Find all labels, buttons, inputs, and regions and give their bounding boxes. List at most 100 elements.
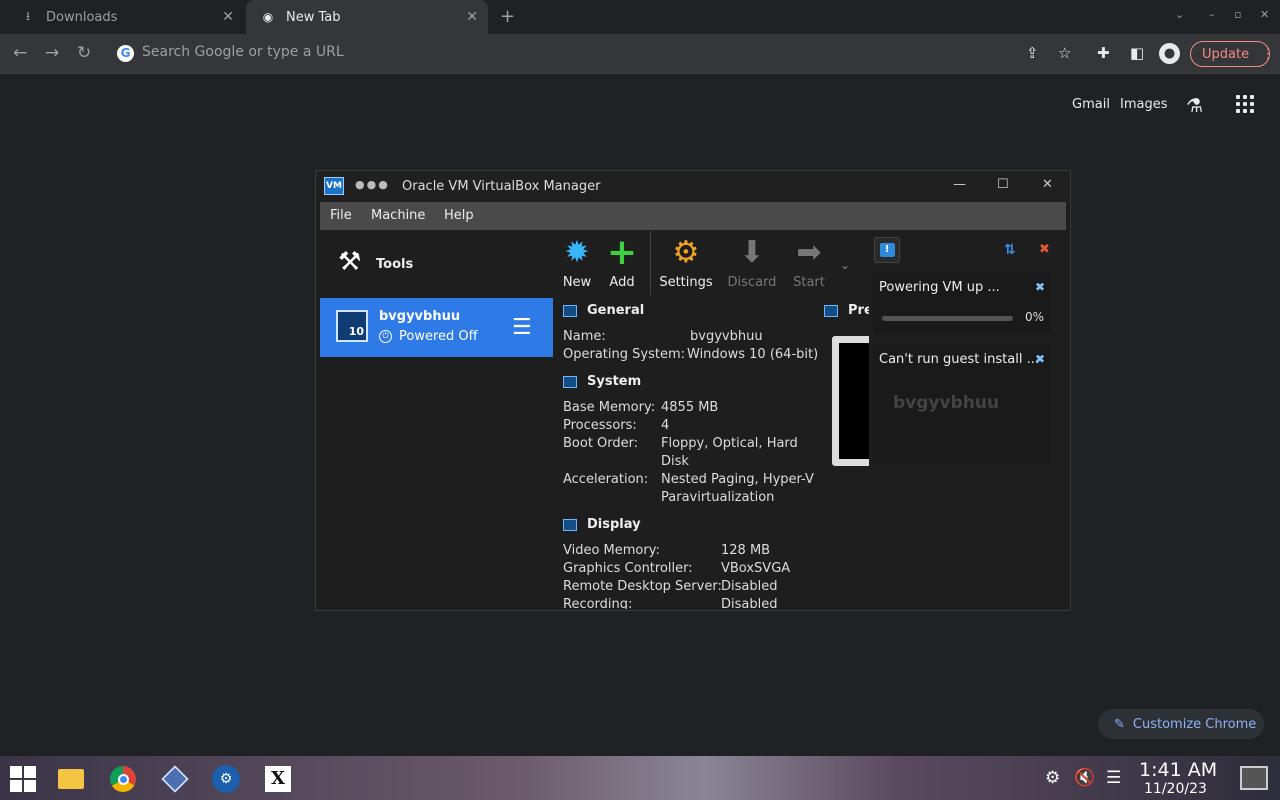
side-panel-icon[interactable]: ◧: [1130, 44, 1144, 62]
sort-notifications-icon[interactable]: ⇅: [1004, 242, 1016, 258]
close-tab-icon[interactable]: ✕: [466, 9, 478, 25]
add-button[interactable]: + Add: [594, 232, 650, 291]
tools-item[interactable]: ⚒ Tools: [320, 231, 553, 295]
images-link[interactable]: Images: [1120, 97, 1168, 112]
vm-details-menu-icon[interactable]: ☰: [512, 315, 532, 340]
show-desktop-icon[interactable]: [1240, 766, 1268, 790]
clear-notifications-icon[interactable]: ✖: [1039, 242, 1050, 257]
system-processors-value: 4: [661, 418, 670, 433]
section-preview-title: Pre: [824, 303, 873, 318]
vbox-close-icon[interactable]: ✕: [1042, 177, 1053, 192]
menu-file[interactable]: File: [330, 208, 352, 223]
new-label: New: [562, 275, 592, 290]
add-plus-icon: +: [606, 232, 638, 273]
tray-menu-icon[interactable]: ☰: [1106, 768, 1121, 788]
progress-percent: 0%: [1025, 310, 1045, 324]
profile-avatar-icon[interactable]: ●: [1159, 43, 1180, 64]
volume-muted-icon[interactable]: 🔇: [1074, 768, 1095, 788]
bookmark-star-icon[interactable]: ☆: [1058, 44, 1071, 62]
menu-help[interactable]: Help: [444, 208, 474, 223]
labs-flask-icon[interactable]: ⚗: [1186, 95, 1203, 117]
steam-tray-icon[interactable]: ⚙: [1045, 768, 1060, 788]
display-recording-value: Disabled: [721, 597, 778, 609]
windows-start-icon[interactable]: [10, 766, 36, 792]
tab-search-chevron-icon[interactable]: ⌄: [1175, 8, 1184, 21]
tab-new-tab[interactable]: ◉ New Tab ✕: [246, 0, 488, 34]
power-off-icon: ⏻: [379, 330, 392, 343]
system-accel-key: Acceleration:: [563, 472, 649, 487]
preview-section-icon: [824, 304, 838, 317]
discard-button[interactable]: ⬇ Discard: [724, 235, 780, 290]
extensions-icon[interactable]: ✚: [1097, 44, 1110, 62]
vm-state: ⏻ Powered Off: [379, 329, 478, 344]
display-vram-key: Video Memory:: [563, 543, 660, 558]
system-section-icon: [563, 375, 577, 388]
display-recording-key: Recording:: [563, 597, 633, 609]
chrome-taskbar-icon[interactable]: [108, 764, 138, 794]
system-accel-value: Nested Paging, Hyper-V: [661, 472, 814, 487]
steam-taskbar-icon[interactable]: ⚙: [211, 764, 241, 794]
more-vert-icon: ⋮: [1261, 46, 1276, 62]
clock-time[interactable]: 1:41 AM: [1139, 759, 1217, 781]
pencil-icon: ✎: [1114, 716, 1125, 732]
notification-center-button[interactable]: !: [874, 237, 900, 263]
windows-os-icon: 10: [336, 310, 368, 342]
update-label: Update: [1202, 46, 1250, 62]
start-button[interactable]: ➡ Start: [781, 235, 837, 290]
system-memory-key: Base Memory:: [563, 400, 656, 415]
customize-chrome-button[interactable]: ✎ Customize Chrome: [1098, 709, 1264, 739]
vm-name: bvgyvbhuu: [379, 309, 461, 324]
general-name-key: Name:: [563, 329, 606, 344]
general-name-value: bvgyvbhuu: [690, 329, 763, 344]
display-rds-key: Remote Desktop Server:: [563, 579, 722, 594]
tab-label: Downloads: [46, 9, 118, 25]
system-accel-value-2: Paravirtualization: [661, 490, 775, 505]
new-tab-plus-icon[interactable]: +: [500, 6, 515, 27]
reload-icon[interactable]: ↻: [77, 43, 91, 63]
display-section-icon: [563, 518, 577, 531]
menu-machine[interactable]: Machine: [371, 208, 425, 223]
new-star-icon: ✹: [564, 235, 590, 270]
close-window-icon[interactable]: ✕: [1260, 8, 1269, 21]
virtualbox-window: VM ●●● Oracle VM VirtualBox Manager — ☐ …: [315, 170, 1071, 611]
preview-vm-name: bvgyvbhuu: [893, 393, 1000, 413]
x-app-taskbar-icon[interactable]: X: [263, 764, 293, 794]
file-explorer-icon[interactable]: [56, 764, 86, 794]
tools-label: Tools: [376, 257, 414, 272]
virtualbox-logo-icon: VM: [324, 177, 344, 195]
notification-close-icon[interactable]: ✖: [1035, 352, 1045, 366]
vbox-maximize-icon[interactable]: ☐: [997, 177, 1009, 192]
system-boot-key: Boot Order:: [563, 436, 639, 451]
toolbar-separator: [650, 231, 651, 295]
settings-gear-icon: ⚙: [672, 235, 700, 270]
clock-date[interactable]: 11/20/23: [1144, 781, 1207, 797]
display-graphics-key: Graphics Controller:: [563, 561, 693, 576]
virtualbox-taskbar-icon[interactable]: [160, 764, 190, 794]
section-display-title: Display: [563, 517, 641, 532]
close-tab-icon[interactable]: ✕: [222, 9, 234, 25]
window-menu-dots-icon[interactable]: ●●●: [355, 178, 390, 191]
discard-label: Discard: [727, 275, 777, 290]
vbox-minimize-icon[interactable]: —: [953, 177, 966, 192]
display-rds-value: Disabled: [721, 579, 778, 594]
tab-downloads[interactable]: ⭳ Downloads ✕: [0, 0, 244, 34]
vm-list-item[interactable]: 10 bvgyvbhuu ⏻ Powered Off ☰: [320, 298, 553, 357]
system-boot-value: Floppy, Optical, Hard: [661, 436, 798, 451]
system-memory-value: 4855 MB: [661, 400, 719, 415]
gmail-link[interactable]: Gmail: [1072, 97, 1110, 112]
maximize-icon[interactable]: ▫: [1234, 8, 1241, 21]
settings-button[interactable]: ⚙ Settings: [658, 235, 714, 290]
minimize-icon[interactable]: –: [1209, 8, 1215, 21]
settings-label: Settings: [659, 275, 713, 290]
google-icon: G: [117, 45, 134, 62]
share-icon[interactable]: ⇪: [1026, 44, 1039, 62]
notification-close-icon[interactable]: ✖: [1035, 280, 1045, 294]
start-dropdown-chevron-icon[interactable]: ⌄: [840, 258, 850, 272]
forward-icon[interactable]: →: [45, 43, 59, 63]
google-apps-icon[interactable]: [1236, 95, 1254, 113]
download-icon: ⭳: [25, 8, 31, 23]
update-button[interactable]: Update ⋮: [1190, 41, 1275, 67]
chrome-icon: ◉: [262, 10, 274, 24]
back-icon[interactable]: ←: [13, 43, 27, 63]
omnibox-input[interactable]: Search Google or type a URL: [142, 44, 344, 60]
